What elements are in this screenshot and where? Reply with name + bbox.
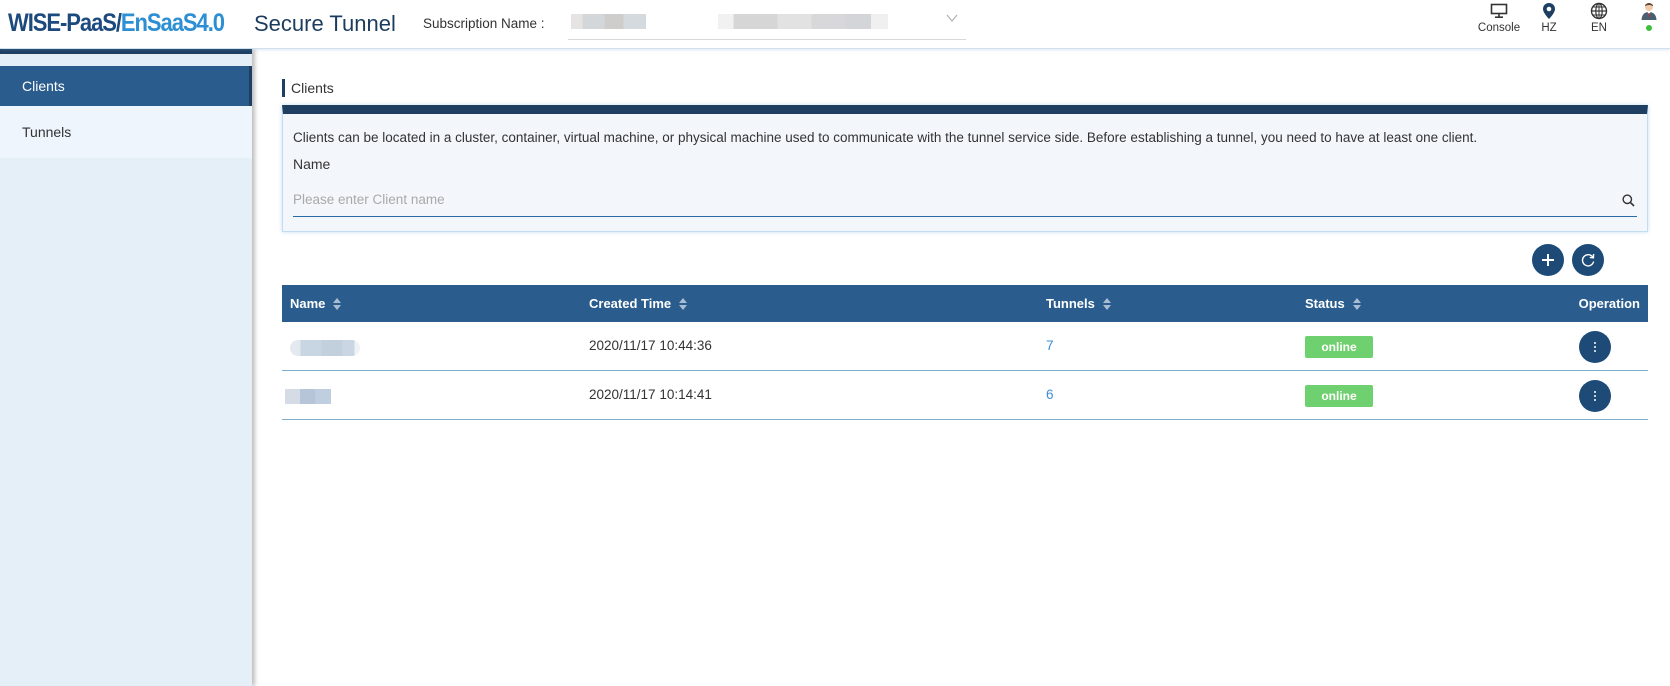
row-operation-button[interactable] [1579, 331, 1611, 363]
console-button[interactable]: Console [1473, 0, 1525, 34]
row-operation-button[interactable] [1579, 380, 1611, 412]
sidebar-item-tunnels[interactable]: Tunnels [0, 106, 252, 158]
column-label: Created Time [589, 296, 672, 311]
language-label: EN [1591, 22, 1607, 34]
section-title: Clients [282, 79, 334, 97]
subscription-value-blurred-2 [718, 14, 888, 29]
client-name-blurred[interactable] [285, 389, 331, 404]
column-header-operation: Operation [1579, 285, 1640, 322]
region-button[interactable]: HZ [1533, 0, 1565, 34]
sidebar-item-clients[interactable]: Clients [0, 66, 252, 106]
column-label: Tunnels [1046, 296, 1095, 311]
subscription-select[interactable] [568, 10, 966, 40]
globe-icon [1583, 0, 1615, 22]
client-name-search-input[interactable] [293, 182, 1593, 216]
logo-wise-paas: WISE-PaaS/ [8, 9, 122, 37]
column-header-created-time[interactable]: Created Time [589, 285, 688, 322]
sidebar: Clients Tunnels [0, 49, 252, 686]
monitor-icon [1473, 0, 1525, 22]
language-button[interactable]: EN [1583, 0, 1615, 34]
main-content: Clients Clients can be located in a clus… [252, 49, 1670, 686]
more-vertical-icon [1594, 342, 1596, 352]
search-field [293, 182, 1637, 217]
column-header-status[interactable]: Status [1305, 285, 1361, 322]
sidebar-top-bar [0, 49, 252, 54]
status-badge: online [1305, 385, 1373, 407]
clients-table: Name Created Time Tunnels Status Operati… [282, 285, 1648, 420]
name-filter-label: Name [293, 156, 331, 172]
column-label: Operation [1578, 296, 1640, 311]
client-name-blurred[interactable] [290, 340, 360, 356]
sort-icon[interactable] [333, 297, 342, 310]
add-client-button[interactable] [1532, 244, 1564, 276]
top-header: WISE-PaaS/EnSaaS4.0 Secure Tunnel Subscr… [0, 0, 1670, 49]
more-vertical-icon [1594, 391, 1596, 401]
app-title: Secure Tunnel [254, 11, 396, 36]
search-icon[interactable] [1622, 192, 1635, 211]
column-header-tunnels[interactable]: Tunnels [1046, 285, 1111, 322]
plus-icon [1542, 254, 1554, 266]
clients-description: Clients can be located in a cluster, con… [293, 130, 1478, 145]
subscription-label: Subscription Name : [423, 16, 545, 31]
filter-panel: Clients can be located in a cluster, con… [282, 105, 1648, 232]
sort-icon[interactable] [679, 297, 688, 310]
chevron-down-icon [946, 12, 958, 27]
table-header: Name Created Time Tunnels Status Operati… [282, 285, 1648, 322]
region-label: HZ [1541, 22, 1557, 34]
tunnels-count-link[interactable]: 6 [1046, 371, 1054, 419]
refresh-icon [1581, 253, 1595, 267]
brand-logo[interactable]: WISE-PaaS/EnSaaS4.0 [8, 9, 225, 38]
console-label: Console [1477, 22, 1521, 34]
created-time-cell: 2020/11/17 10:14:41 [589, 387, 712, 402]
refresh-button[interactable] [1572, 244, 1604, 276]
column-label: Status [1305, 296, 1345, 311]
subscription-value-blurred-1 [571, 14, 646, 29]
tunnels-count-link[interactable]: 7 [1046, 322, 1054, 370]
sort-icon[interactable] [1102, 297, 1111, 310]
table-row: 2020/11/17 10:14:41 6 online [282, 371, 1648, 420]
status-badge: online [1305, 336, 1373, 358]
table-row: 2020/11/17 10:44:36 7 online [282, 322, 1648, 371]
user-menu-button[interactable] [1636, 0, 1662, 31]
column-header-name[interactable]: Name [290, 285, 342, 322]
online-status-dot [1646, 25, 1652, 31]
location-pin-icon [1533, 0, 1565, 22]
column-label: Name [290, 296, 326, 311]
logo-ensaas: EnSaaS4.0 [120, 9, 225, 37]
sort-icon[interactable] [1352, 297, 1361, 310]
created-time-cell: 2020/11/17 10:44:36 [589, 338, 712, 353]
user-avatar-icon [1636, 0, 1662, 22]
